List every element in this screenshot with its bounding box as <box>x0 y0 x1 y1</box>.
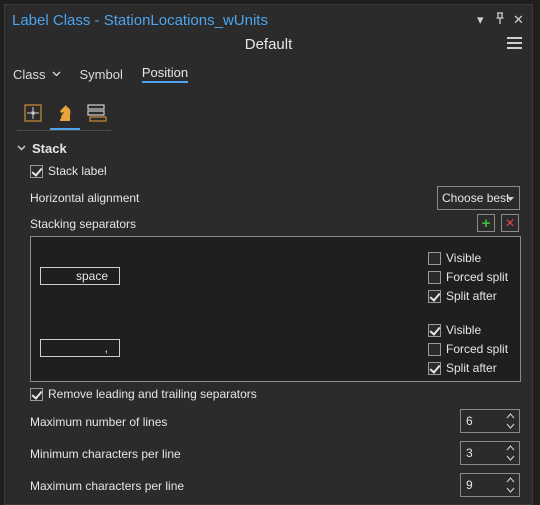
max-lines-label: Maximum number of lines <box>30 415 168 429</box>
tab-class[interactable]: Class <box>13 65 61 83</box>
chevron-down-icon <box>52 69 61 79</box>
spin-arrows-icon[interactable] <box>506 476 515 496</box>
separator-visible-row[interactable]: Visible <box>428 251 481 265</box>
placement-position-icon[interactable] <box>17 98 49 128</box>
position-subtab-bar <box>17 98 113 131</box>
separator-after-row[interactable]: Split after <box>428 289 497 303</box>
pane-title: Label Class - StationLocations_wUnits <box>12 12 268 29</box>
split-after-checkbox[interactable] <box>428 361 441 375</box>
max-chars-spinner[interactable]: 9 <box>460 473 520 497</box>
separator-input[interactable]: , <box>40 339 120 357</box>
forced-split-checkbox[interactable] <box>428 342 441 356</box>
spin-arrows-icon[interactable] <box>506 444 515 464</box>
stack-section-title: Stack <box>32 141 67 156</box>
visible-checkbox[interactable] <box>428 251 441 265</box>
stack-section-header[interactable]: Stack <box>17 141 67 156</box>
label-class-pane: Label Class - StationLocations_wUnits ▾ … <box>4 4 533 505</box>
remove-leading-trailing-row[interactable]: Remove leading and trailing separators <box>30 387 257 401</box>
subtab-divider <box>17 130 111 131</box>
add-separator-button[interactable]: + <box>477 214 495 232</box>
max-chars-label: Maximum characters per line <box>30 479 185 493</box>
forced-split-checkbox[interactable] <box>428 270 441 284</box>
tab-position[interactable]: Position <box>141 65 189 83</box>
pane-menu-button[interactable]: ▾ <box>477 12 484 28</box>
stack-lines-icon[interactable] <box>81 98 113 128</box>
visible-checkbox[interactable] <box>428 323 441 337</box>
separators-list: space Visible Forced split Split after ,… <box>30 236 521 382</box>
stack-label-checkbox[interactable] <box>30 164 43 178</box>
pane-subtitle: Default <box>244 36 293 53</box>
stacking-separators-label: Stacking separators <box>30 217 137 231</box>
spin-arrows-icon[interactable] <box>506 412 515 432</box>
stack-label-checkbox-row[interactable]: Stack label <box>30 164 107 178</box>
tab-strip: Class Symbol Position <box>13 65 207 83</box>
separator-forced-row[interactable]: Forced split <box>428 270 508 284</box>
separator-visible-row[interactable]: Visible <box>428 323 481 337</box>
remove-separator-button[interactable]: ✕ <box>501 214 519 232</box>
caret-down-icon <box>507 195 514 204</box>
close-button[interactable]: ✕ <box>513 12 524 28</box>
pin-icon[interactable] <box>495 12 505 27</box>
hamburger-menu-icon[interactable] <box>507 37 522 50</box>
chevron-down-icon <box>17 143 26 154</box>
min-chars-label: Minimum characters per line <box>30 447 181 461</box>
tab-symbol[interactable]: Symbol <box>80 65 123 83</box>
remove-leading-trailing-checkbox[interactable] <box>30 387 43 401</box>
chess-knight-icon[interactable] <box>49 98 81 131</box>
separator-forced-row[interactable]: Forced split <box>428 342 508 356</box>
min-chars-spinner[interactable]: 3 <box>460 441 520 465</box>
split-after-checkbox[interactable] <box>428 289 441 303</box>
separator-input[interactable]: space <box>40 267 120 285</box>
max-lines-spinner[interactable]: 6 <box>460 409 520 433</box>
horizontal-alignment-dropdown[interactable]: Choose best <box>437 186 520 210</box>
separator-after-row[interactable]: Split after <box>428 361 497 375</box>
horizontal-alignment-label: Horizontal alignment <box>30 191 140 205</box>
